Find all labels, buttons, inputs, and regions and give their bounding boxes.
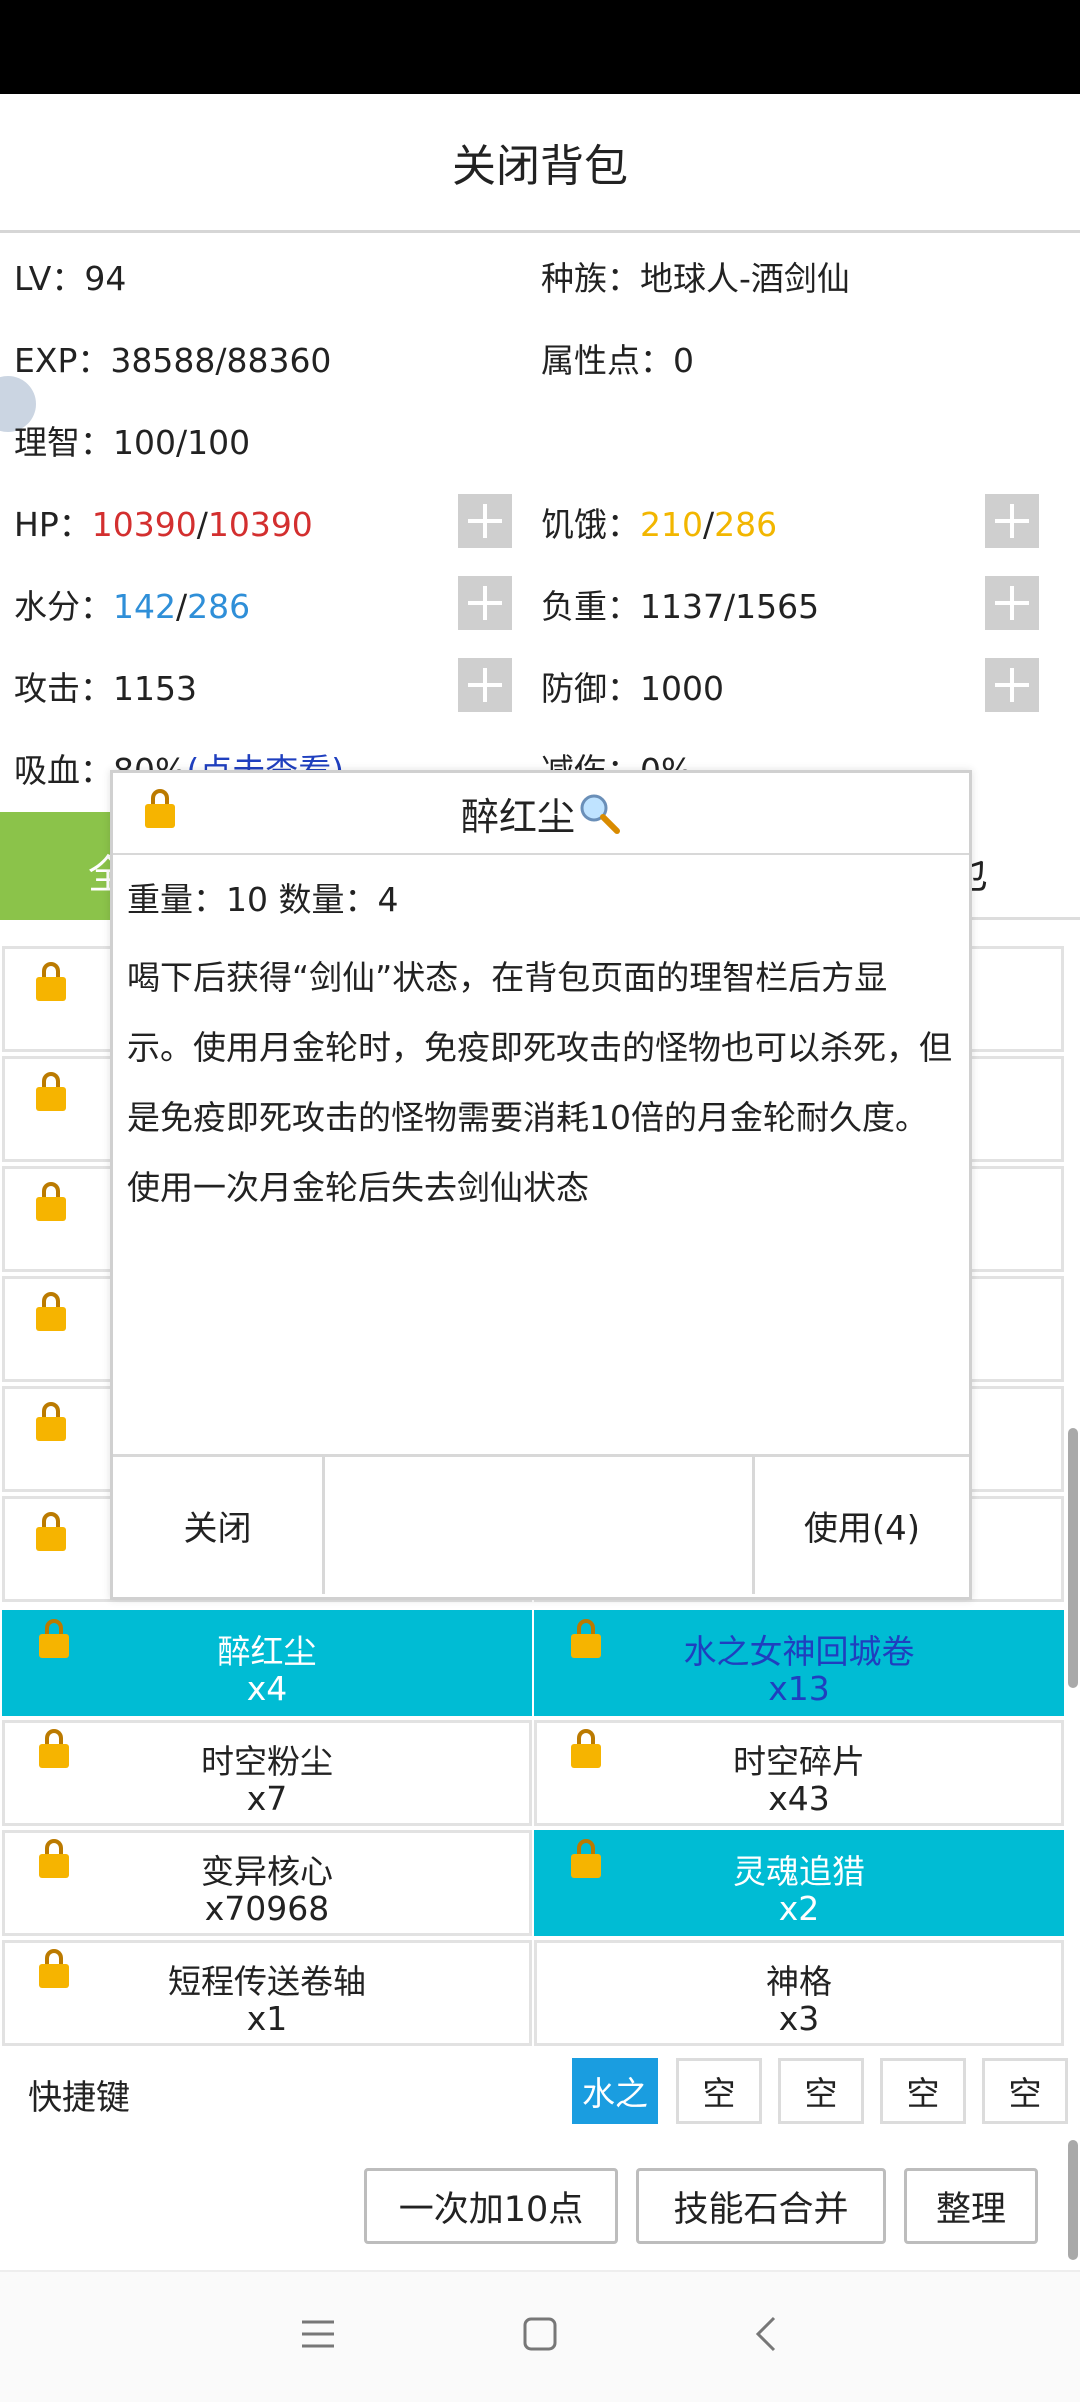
inventory-item-mutant-core[interactable]: 变异核心 x70968 xyxy=(2,1830,532,1936)
home-icon[interactable] xyxy=(522,2316,558,2352)
quickbar-slot-2[interactable]: 空 xyxy=(676,2058,762,2124)
inventory-item-return-scroll[interactable]: 水之女神回城卷 x13 xyxy=(534,1610,1064,1716)
exp-stat: EXP：38588/88360 xyxy=(14,341,332,380)
page-title: 关闭背包 xyxy=(452,141,628,192)
hp-current: 10390 xyxy=(91,505,197,544)
item-count: x13 xyxy=(768,1669,830,1708)
water-current: 142 xyxy=(113,587,176,626)
quickbar-slot-1[interactable]: 水之 xyxy=(572,2058,658,2124)
hunger-plus-button[interactable] xyxy=(985,494,1039,548)
item-detail-dialog: 醉红尘 重量：10 数量：4 喝下后获得“剑仙”状态，在背包页面的理智栏后方显示… xyxy=(110,770,972,1600)
item-name: 时空碎片 xyxy=(733,1742,865,1781)
item-name: 短程传送卷轴 xyxy=(168,1962,366,2001)
dialog-title: 醉红尘 xyxy=(460,794,575,839)
inventory-item-zuihongchen[interactable]: 醉红尘 x4 xyxy=(2,1610,532,1716)
hunger-max: 286 xyxy=(714,505,778,544)
hunger-current: 210 xyxy=(640,505,703,544)
item-count: x4 xyxy=(246,1669,288,1708)
sort-button[interactable]: 整理 xyxy=(904,2168,1038,2244)
status-bar xyxy=(0,0,1080,94)
item-name: 醉红尘 xyxy=(217,1632,317,1671)
race-stat: 种族：地球人-酒剑仙 xyxy=(541,259,850,298)
item-count: x43 xyxy=(768,1779,830,1818)
item-name: 时空粉尘 xyxy=(201,1742,333,1781)
magnifier-icon[interactable] xyxy=(577,791,621,835)
scrollbar-thumb-secondary[interactable] xyxy=(1068,2140,1078,2260)
scrollbar-thumb[interactable] xyxy=(1068,1428,1078,1688)
hp-label: HP： xyxy=(14,505,92,544)
lock-icon xyxy=(36,1072,66,1111)
lock-icon xyxy=(36,1402,66,1441)
hp-separator: / xyxy=(196,505,208,544)
water-plus-button[interactable] xyxy=(458,576,512,630)
item-count: x70968 xyxy=(204,1889,330,1928)
dialog-footer: 关闭 使用(4) xyxy=(113,1454,969,1597)
item-name: 灵魂追猎 xyxy=(733,1852,865,1891)
item-name: 变异核心 xyxy=(201,1852,333,1891)
item-count: x1 xyxy=(246,1999,288,2038)
defense-stat: 防御：1000 xyxy=(541,669,724,708)
dialog-use-button[interactable]: 使用(4) xyxy=(755,1457,969,1594)
hunger-stat: 饥饿：210/286 xyxy=(541,498,777,546)
back-icon[interactable] xyxy=(752,2316,782,2352)
water-label: 水分： xyxy=(14,587,113,626)
lock-icon xyxy=(36,962,66,1001)
water-separator: / xyxy=(176,587,188,626)
skill-stone-merge-button[interactable]: 技能石合并 xyxy=(636,2168,886,2244)
lock-icon xyxy=(36,1292,66,1331)
menu-icon[interactable] xyxy=(300,2316,336,2352)
dialog-close-button[interactable]: 关闭 xyxy=(113,1457,325,1594)
defense-plus-button[interactable] xyxy=(985,658,1039,712)
hp-stat: HP：10390/10390 xyxy=(14,498,313,546)
load-stat: 负重：1137/1565 xyxy=(541,587,820,626)
inventory-item-teleport-scroll[interactable]: 短程传送卷轴 x1 xyxy=(2,1940,532,2046)
dialog-meta: 重量：10 数量：4 xyxy=(127,880,399,919)
water-max: 286 xyxy=(187,587,251,626)
hunger-label: 饥饿： xyxy=(541,505,640,544)
inventory-item-divinity[interactable]: 神格 x3 xyxy=(534,1940,1064,2046)
quickbar-slot-3[interactable]: 空 xyxy=(778,2058,864,2124)
add-10-points-button[interactable]: 一次加10点 xyxy=(364,2168,618,2244)
item-name: 神格 xyxy=(766,1962,832,2001)
hunger-separator: / xyxy=(703,505,715,544)
hp-plus-button[interactable] xyxy=(458,494,512,548)
lock-icon xyxy=(36,1182,66,1221)
hp-max: 10390 xyxy=(207,505,313,544)
attack-stat: 攻击：1153 xyxy=(14,669,197,708)
inventory-item-spacetime-dust[interactable]: 时空粉尘 x7 xyxy=(2,1720,532,1826)
dialog-empty-button xyxy=(325,1457,755,1594)
attack-plus-button[interactable] xyxy=(458,658,512,712)
item-count: x7 xyxy=(246,1779,288,1818)
item-count: x2 xyxy=(778,1889,820,1928)
system-nav-bar xyxy=(0,2270,1080,2402)
load-plus-button[interactable] xyxy=(985,576,1039,630)
attribute-points-stat: 属性点：0 xyxy=(541,341,694,380)
quickbar-slot-4[interactable]: 空 xyxy=(880,2058,966,2124)
level-stat: LV：94 xyxy=(14,259,127,298)
quickbar-label: 快捷键 xyxy=(28,2078,130,2118)
inventory-item-soul-hunt[interactable]: 灵魂追猎 x2 xyxy=(534,1830,1064,1936)
sanity-stat: 理智：100/100 xyxy=(14,423,251,462)
inventory-item-spacetime-shard[interactable]: 时空碎片 x43 xyxy=(534,1720,1064,1826)
water-stat: 水分：142/286 xyxy=(14,580,250,628)
close-bag-button[interactable]: 关闭背包 xyxy=(0,94,1080,233)
lock-icon xyxy=(36,1512,66,1551)
item-count: x3 xyxy=(778,1999,820,2038)
dialog-description: 喝下后获得“剑仙”状态，在背包页面的理智栏后方显示。使用月金轮时，免疫即死攻击的… xyxy=(127,958,952,1207)
quickbar-slot-5[interactable]: 空 xyxy=(982,2058,1068,2124)
dialog-title-bar: 醉红尘 xyxy=(113,773,969,855)
item-name: 水之女神回城卷 xyxy=(683,1632,915,1671)
